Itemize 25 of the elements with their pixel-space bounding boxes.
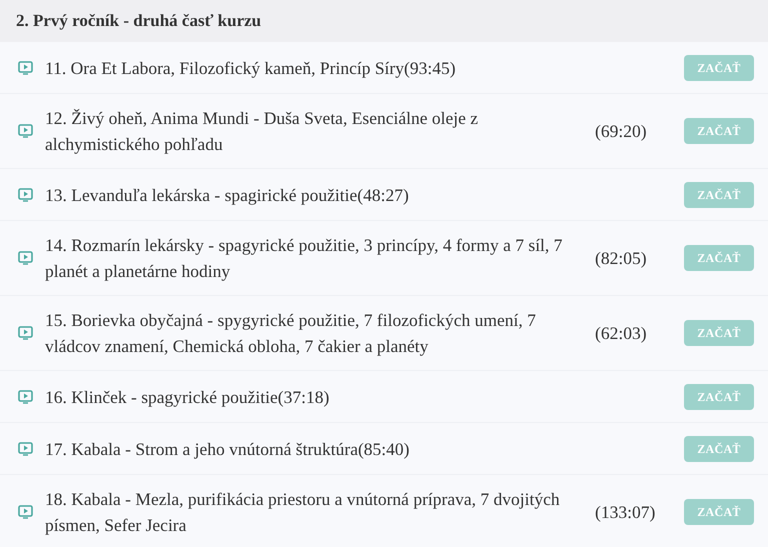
- video-play-icon: [18, 124, 33, 138]
- lesson-duration: (85:40): [358, 438, 410, 461]
- section-title: 2. Prvý ročník - druhá časť kurzu: [16, 10, 262, 32]
- lesson-duration: (133:07): [595, 501, 656, 524]
- video-play-icon: [18, 390, 33, 404]
- lesson-duration: (62:03): [595, 322, 647, 345]
- video-play-icon: [18, 188, 33, 202]
- lesson-duration: (93:45): [404, 56, 456, 80]
- video-play-icon: [18, 505, 33, 519]
- video-play-icon: [18, 326, 33, 340]
- lesson-title[interactable]: 16. Klinček - spagyrické použitie: [45, 384, 278, 410]
- lesson-title[interactable]: 15. Borievka obyčajná - spygyrické použitie, 7 filozofických umení, 7 vládcov znamení, Chemická obloha, 7 čakier a planéty: [45, 307, 595, 359]
- lesson-title[interactable]: 14. Rozmarín lekársky - spagyrické použitie, 3 princípy, 4 formy a 7 síl, 7 planét a planetárne hodiny: [45, 232, 595, 284]
- lesson-duration: (48:27): [357, 184, 409, 207]
- video-play-icon: [18, 442, 33, 456]
- video-play-icon: [18, 60, 33, 74]
- lesson-title[interactable]: 13. Levanduľa lekárska - spagirické použitie: [45, 182, 358, 208]
- lesson-title[interactable]: 12. Živý oheň, Anima Mundi - Duša Sveta, Esenciálne oleje z alchymistického pohľadu: [45, 105, 595, 157]
- lesson-duration: (82:05): [595, 247, 647, 270]
- lesson-title[interactable]: 17. Kabala - Strom a jeho vnútorná štruktúra: [45, 436, 358, 462]
- video-play-icon: [18, 251, 33, 265]
- lesson-duration: (69:20): [595, 120, 647, 143]
- lesson-title[interactable]: 11. Ora Et Labora, Filozofický kameň, Princíp Síry: [45, 54, 404, 80]
- lesson-duration: (37:18): [278, 386, 330, 409]
- lesson-title[interactable]: 18. Kabala - Mezla, purifikácia priestoru a vnútorná príprava, 7 dvojitých písmen, Sefer Jecira: [45, 486, 595, 538]
